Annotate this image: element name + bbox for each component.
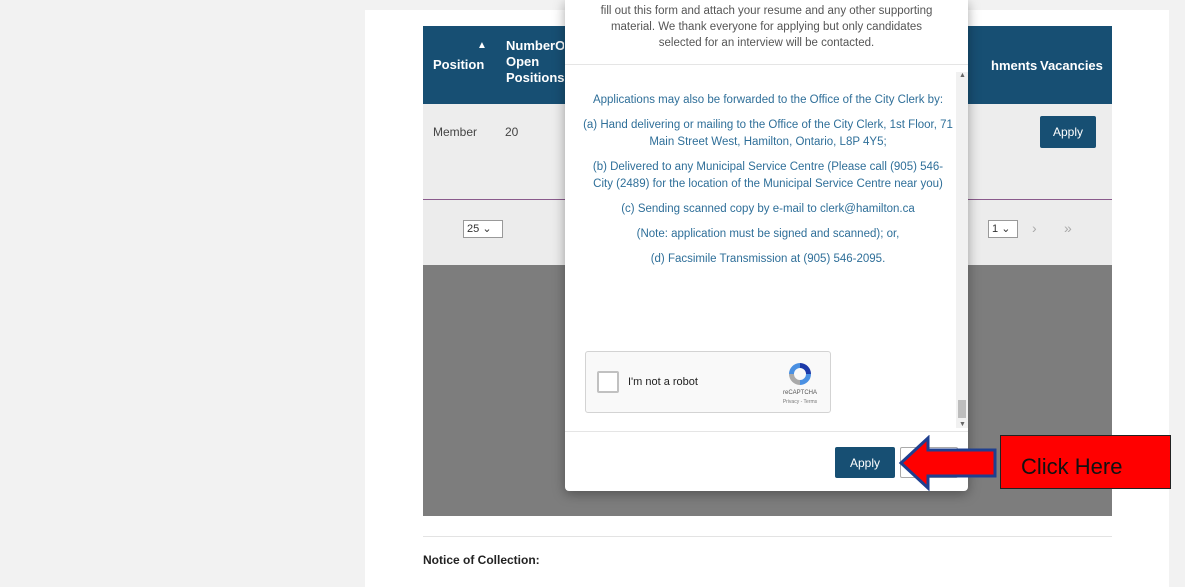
scroll-thumb[interactable] xyxy=(958,400,966,418)
modal-body: Applications may also be forwarded to th… xyxy=(565,66,968,432)
red-arrow-icon xyxy=(898,435,997,491)
forwarding-instructions: Applications may also be forwarded to th… xyxy=(583,92,953,276)
header-attachments[interactable]: hments xyxy=(991,58,1037,74)
recaptcha-brand: reCAPTCHA xyxy=(782,390,817,396)
divider xyxy=(423,536,1112,537)
option-hand-delivery: (a) Hand delivering or mailing to the Of… xyxy=(583,119,953,148)
recaptcha-label: I'm not a robot xyxy=(628,376,698,388)
page-value: 1 xyxy=(992,223,999,235)
option-fax: (d) Facsimile Transmission at (905) 546-… xyxy=(650,253,886,265)
page-size-value: 25 xyxy=(467,223,480,235)
instructions-intro: Applications may also be forwarded to th… xyxy=(592,94,944,106)
next-page-icon[interactable]: › xyxy=(1032,220,1037,236)
last-page-icon[interactable]: » xyxy=(1064,220,1072,236)
intro-line: fill out this form and attach your resum… xyxy=(600,5,933,17)
chevron-down-icon: ⌄ xyxy=(1001,223,1011,235)
recaptcha-checkbox[interactable] xyxy=(597,371,619,393)
intro-line: selected for an interview will be contac… xyxy=(658,37,875,49)
scroll-down-icon[interactable]: ▼ xyxy=(959,421,966,428)
recaptcha-privacy-terms[interactable]: Privacy - Terms xyxy=(774,399,826,405)
header-position[interactable]: Position xyxy=(433,57,484,73)
modal-intro: fill out this form and attach your resum… xyxy=(565,0,968,65)
page-size-select[interactable]: 25 ⌄ xyxy=(463,220,503,238)
option-email: (c) Sending scanned copy by e-mail to cl… xyxy=(621,203,915,215)
page-select[interactable]: 1 ⌄ xyxy=(988,220,1018,238)
click-here-callout: Click Here xyxy=(1000,435,1171,489)
header-number-open-positions[interactable]: NumberOf Open Positions xyxy=(506,38,564,86)
sort-up-icon[interactable]: ▲ xyxy=(477,38,487,54)
header-vacancies[interactable]: Vacancies xyxy=(1040,58,1103,74)
option-email-note: (Note: application must be signed and sc… xyxy=(636,228,900,240)
option-service-centre: (b) Delivered to any Municipal Service C… xyxy=(592,161,944,190)
chevron-down-icon: ⌄ xyxy=(482,223,492,235)
application-modal: fill out this form and attach your resum… xyxy=(565,0,968,491)
cell-open-positions: 20 xyxy=(505,125,519,139)
row-apply-button[interactable]: Apply xyxy=(1040,116,1096,148)
notice-of-collection-heading: Notice of Collection: xyxy=(423,553,540,567)
scroll-up-icon[interactable]: ▲ xyxy=(959,72,966,79)
recaptcha-icon xyxy=(789,363,811,385)
recaptcha-widget: I'm not a robot reCAPTCHA Privacy - Term… xyxy=(585,351,831,413)
cell-position: Member xyxy=(433,125,478,139)
modal-apply-button[interactable]: Apply xyxy=(835,447,895,478)
intro-line: material. We thank everyone for applying… xyxy=(610,21,923,33)
modal-scrollbar[interactable]: ▲ ▼ xyxy=(956,72,968,428)
